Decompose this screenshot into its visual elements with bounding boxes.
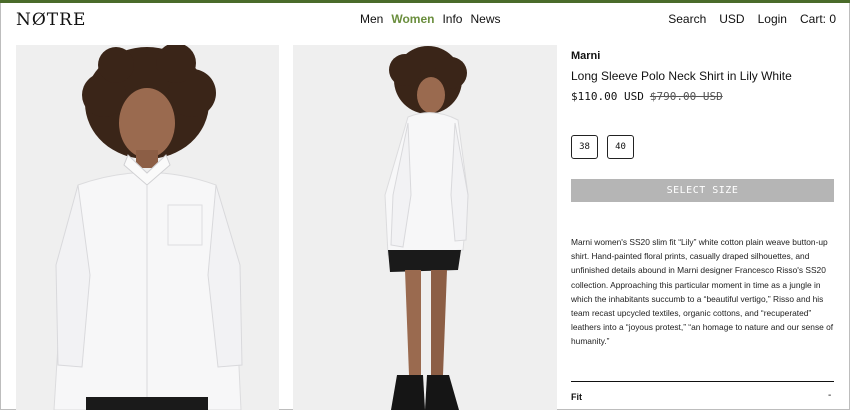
product-brand[interactable]: Marni [571, 50, 600, 62]
login-link[interactable]: Login [758, 12, 787, 26]
nav-news[interactable]: News [470, 12, 500, 26]
size-option-38[interactable]: 38 [571, 135, 598, 159]
fit-accordion-label[interactable]: Fit [571, 392, 582, 402]
model-front-illustration [16, 45, 279, 410]
utility-nav: Search USD Login Cart: 0 [668, 12, 836, 26]
cart-link[interactable]: Cart: 0 [800, 12, 836, 26]
search-link[interactable]: Search [668, 12, 706, 26]
nav-women[interactable]: Women [391, 12, 434, 26]
main-nav: Men Women Info News [360, 12, 501, 26]
model-side-illustration [293, 45, 557, 410]
nav-info[interactable]: Info [442, 12, 462, 26]
top-accent-bar [0, 0, 850, 3]
fit-accordion-toggle[interactable]: - [828, 390, 831, 401]
product-title: Long Sleeve Polo Neck Shirt in Lily Whit… [571, 69, 792, 83]
site-logo[interactable]: NØTRE [16, 10, 86, 30]
accordion-divider [571, 381, 834, 382]
price-block: $110.00 USD $790.00 USD [571, 90, 723, 103]
select-size-button[interactable]: SELECT SIZE [571, 179, 834, 202]
product-description: Marni women's SS20 slim fit “Lily” white… [571, 237, 834, 347]
nav-men[interactable]: Men [360, 12, 383, 26]
product-image-side[interactable] [293, 45, 557, 410]
current-price: $110.00 USD [571, 90, 644, 103]
original-price: $790.00 USD [649, 90, 723, 103]
product-image-front[interactable] [16, 45, 279, 410]
size-option-40[interactable]: 40 [607, 135, 634, 159]
currency-selector[interactable]: USD [719, 12, 744, 26]
